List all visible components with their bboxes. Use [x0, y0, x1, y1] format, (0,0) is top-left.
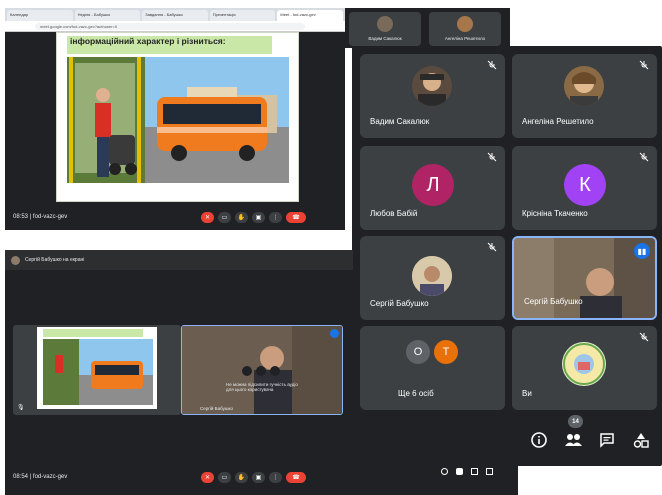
presentation-preview [37, 327, 157, 409]
participant-name: Сергій Бабушко [200, 406, 233, 411]
presenter-avatar [11, 255, 20, 265]
participant-video-tile[interactable]: Не можна підсилити гучність аудіо для ць… [181, 325, 343, 415]
participant-thumbnail-strip: Вадим Сакалюк Ангеліна Решетило [345, 8, 510, 48]
people-button[interactable]: 14 [561, 415, 585, 452]
mute-participant-icon[interactable] [242, 366, 252, 376]
browser-tab-strip: Календар Неділя - Бабушко Завдання - Баб… [5, 8, 345, 21]
activities-icon[interactable] [486, 468, 493, 475]
meeting-details-button[interactable] [527, 428, 551, 452]
activities-button[interactable] [629, 428, 653, 452]
volume-tooltip: Не можна підсилити гучність аудіо для ць… [226, 382, 298, 392]
participant-name: Вадим Сакалюк [370, 117, 430, 126]
school-logo-avatar [562, 342, 606, 386]
mic-off-icon [639, 60, 649, 70]
browser-tab[interactable]: Календар [7, 10, 73, 21]
raise-hand-button[interactable]: ✋ [235, 212, 248, 223]
meet-control-bar: ✕ ▭ ✋ ▣ ⋮ ☎ [201, 212, 306, 223]
browser-tab-active[interactable]: Meet - fod-vazc-gev [277, 10, 343, 21]
participant-name: Вадим Сакалюк [368, 36, 402, 41]
more-options-button[interactable]: ⋮ [269, 212, 282, 223]
people-icon [565, 434, 582, 446]
participants-grid: Вадим Сакалюк Ангеліна Решетило Л Любов … [352, 46, 662, 466]
mic-off-icon [487, 242, 497, 252]
participant-name: Ви [522, 389, 532, 398]
people-count-badge: 14 [568, 415, 583, 428]
chat-button[interactable] [595, 428, 619, 452]
avatar [564, 66, 604, 106]
people-icon[interactable] [456, 468, 463, 475]
participant-name: Крісніна Ткаченко [522, 209, 588, 218]
mic-off-icon [487, 152, 497, 162]
more-icon[interactable] [270, 366, 280, 376]
chat-icon[interactable] [471, 468, 478, 475]
tile-hover-controls [242, 366, 280, 376]
raise-hand-button[interactable]: ✋ [235, 472, 248, 483]
avatar [457, 16, 473, 32]
info-icon[interactable] [441, 468, 448, 475]
participant-name: Ангеліна Решетило [444, 36, 486, 41]
speaking-indicator-icon [330, 329, 339, 338]
info-icon [531, 432, 547, 448]
meet-control-bar: ✕ ▭ ✋ ▣ ⋮ ☎ [201, 472, 306, 483]
mic-off-icon: 🎙 [17, 405, 25, 411]
end-call-button[interactable]: ☎ [286, 212, 306, 223]
participant-name: Сергій Бабушко [370, 299, 429, 308]
participant-tile-self[interactable]: Ви [512, 326, 657, 410]
small-side-icons [441, 468, 493, 475]
avatar [412, 66, 452, 106]
meeting-time-code: 08:53 | fod-vazc-gev [13, 214, 68, 220]
more-options-button[interactable]: ⋮ [269, 472, 282, 483]
mic-off-button[interactable]: ✕ [201, 472, 214, 483]
meeting-time-code: 08:54 | fod-vazc-gev [13, 474, 68, 480]
participant-name: Любов Бабій [370, 209, 418, 218]
address-bar: meet.google.com/fod-vazc-gev?authuser=0 [5, 21, 345, 32]
present-button[interactable]: ▣ [252, 472, 265, 483]
present-button[interactable]: ▣ [252, 212, 265, 223]
participant-tile[interactable]: Сергій Бабушко [360, 236, 505, 320]
pin-icon[interactable] [256, 366, 266, 376]
browser-tab[interactable]: Завдання - Бабушко [142, 10, 208, 21]
avatar-initial: Т [434, 340, 458, 364]
avatar-initial: Л [412, 164, 454, 206]
side-action-bar: 14 [527, 415, 653, 452]
mic-off-icon [639, 152, 649, 162]
camera-button[interactable]: ▭ [218, 212, 231, 223]
more-participants-label: Ще 6 осіб [398, 389, 434, 398]
browser-tab[interactable]: Презентація [209, 10, 276, 21]
more-participants-tile[interactable]: О Т Ще 6 осіб [360, 326, 505, 410]
speaking-indicator-icon: ▮▮ [634, 243, 650, 259]
chat-icon [600, 433, 614, 448]
avatar-initial: О [406, 340, 430, 364]
slide-photo-bus-stop [67, 57, 289, 183]
participant-name: Сергій Бабушко [524, 297, 583, 306]
participant-tile[interactable]: Ангеліна Решетило [512, 54, 657, 138]
participant-name: Ангеліна Решетило [522, 117, 594, 126]
avatar [412, 256, 452, 296]
browser-tab[interactable]: Неділя - Бабушко [74, 10, 141, 21]
screenshot-meet-presenting: Сергій Бабушко на екрані 🎙 Не можна підс… [5, 250, 353, 495]
participant-tile[interactable]: К Крісніна Ткаченко [512, 146, 657, 230]
screenshot-browser-meet: Календар Неділя - Бабушко Завдання - Баб… [5, 8, 345, 230]
participant-tile[interactable]: Вадим Сакалюк [360, 54, 505, 138]
presenter-banner: Сергій Бабушко на екрані [5, 250, 353, 270]
camera-button[interactable]: ▭ [218, 472, 231, 483]
participant-tile[interactable]: Л Любов Бабій [360, 146, 505, 230]
avatar-initial: К [564, 164, 606, 206]
mic-off-button[interactable]: ✕ [201, 212, 214, 223]
slide-title: інформаційний характер і різниться: [67, 36, 272, 54]
shared-slide: інформаційний характер і різниться: [56, 32, 299, 202]
participant-tile-active-speaker[interactable]: ▮▮ Сергій Бабушко [512, 236, 657, 320]
meet-stage: інформаційний характер і різниться: 08:5… [5, 32, 345, 230]
end-call-button[interactable]: ☎ [286, 472, 306, 483]
presenter-label: Сергій Бабушко на екрані [25, 257, 85, 263]
activities-icon [633, 433, 649, 448]
participant-thumbnail[interactable]: Ангеліна Решетило [429, 12, 501, 46]
mic-off-icon [487, 60, 497, 70]
secondary-window-fragment [353, 440, 518, 495]
avatar [377, 16, 393, 32]
url-input[interactable]: meet.google.com/fod-vazc-gev?authuser=0 [35, 22, 305, 30]
presentation-tile[interactable]: 🎙 [13, 325, 181, 415]
participant-thumbnail[interactable]: Вадим Сакалюк [349, 12, 421, 46]
mic-off-icon [639, 332, 649, 342]
